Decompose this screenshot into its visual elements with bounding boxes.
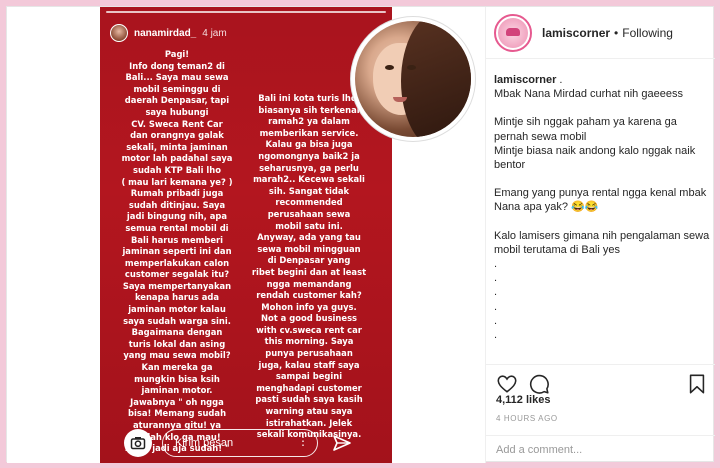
caption-line: . bbox=[494, 300, 498, 313]
bookmark-icon[interactable] bbox=[686, 373, 708, 395]
account-avatar[interactable] bbox=[494, 13, 532, 52]
story-reply-bar: Kirim pesan ⋮ bbox=[100, 423, 392, 463]
caption-line bbox=[494, 172, 710, 186]
account-logo-icon bbox=[498, 17, 528, 48]
caption-username[interactable]: lamiscorner bbox=[494, 74, 556, 86]
camera-icon[interactable] bbox=[124, 429, 152, 457]
post-caption: lamiscorner . Mbak Nana Mirdad curhat ni… bbox=[494, 73, 710, 342]
follow-status-button[interactable]: Following bbox=[622, 26, 673, 40]
caption-line: Kalo lamisers gimana nih pengalaman sewa… bbox=[494, 229, 710, 256]
caption-line: Emang yang punya rental ngga kenal mbak … bbox=[494, 187, 707, 214]
story-username: nanamirdad_ bbox=[134, 27, 197, 39]
header-separator: • bbox=[614, 25, 619, 40]
caption-line: Mbak Nana Mirdad curhat nih gaeeess bbox=[494, 88, 683, 101]
story-time: 4 jam bbox=[202, 27, 227, 39]
comment-input[interactable] bbox=[496, 444, 696, 456]
caption-line: Mintje biasa naik andong kalo nggak naik… bbox=[494, 144, 696, 172]
heart-icon[interactable] bbox=[496, 373, 518, 395]
post-sidebar: lamiscorner • Following lamiscorner . Mb… bbox=[486, 7, 715, 463]
profile-photo bbox=[355, 21, 471, 137]
caption-line: . bbox=[494, 272, 498, 285]
story-header: nanamirdad_ 4 jam bbox=[110, 23, 227, 43]
hair-shape bbox=[401, 21, 471, 137]
like-count[interactable]: 4,112 likes bbox=[496, 394, 550, 406]
caption-line bbox=[494, 215, 710, 229]
post-actions bbox=[486, 364, 715, 394]
caption-line: . bbox=[494, 286, 498, 299]
comment-icon[interactable] bbox=[528, 373, 550, 395]
post-image: nanamirdad_ 4 jam Pagi! Info dong teman2… bbox=[7, 7, 485, 463]
story-text-right: Bali ini kota turis lho, biasanya sih te… bbox=[251, 93, 367, 440]
story-text-left: Pagi! Info dong teman2 di Bali... Saya m… bbox=[121, 49, 233, 454]
story-avatar bbox=[110, 24, 128, 42]
instagram-post-card: nanamirdad_ 4 jam Pagi! Info dong teman2… bbox=[6, 6, 715, 463]
post-header: lamiscorner • Following bbox=[486, 7, 715, 59]
eye-shape bbox=[407, 65, 416, 70]
caption-line: . bbox=[494, 329, 498, 342]
story-reply-input[interactable]: Kirim pesan ⋮ bbox=[162, 429, 318, 457]
caption-line: Mintje sih nggak paham ya karena ga pern… bbox=[494, 116, 677, 143]
story-screenshot: nanamirdad_ 4 jam Pagi! Info dong teman2… bbox=[100, 7, 392, 463]
caption-line: . bbox=[494, 258, 498, 271]
comment-box bbox=[486, 435, 715, 463]
caption-line bbox=[494, 101, 710, 115]
account-name[interactable]: lamiscorner bbox=[542, 26, 610, 40]
profile-photo-overlay bbox=[351, 17, 475, 141]
story-reply-placeholder: Kirim pesan bbox=[175, 437, 234, 449]
send-icon[interactable] bbox=[332, 433, 352, 453]
caption-user-suffix: . bbox=[556, 74, 563, 86]
more-options-icon[interactable]: ⋮ bbox=[297, 434, 309, 448]
story-progress-bar bbox=[106, 11, 386, 13]
eye-shape bbox=[385, 65, 394, 70]
post-timestamp[interactable]: 4 HOURS AGO bbox=[496, 414, 558, 423]
caption-line: . bbox=[494, 314, 498, 327]
